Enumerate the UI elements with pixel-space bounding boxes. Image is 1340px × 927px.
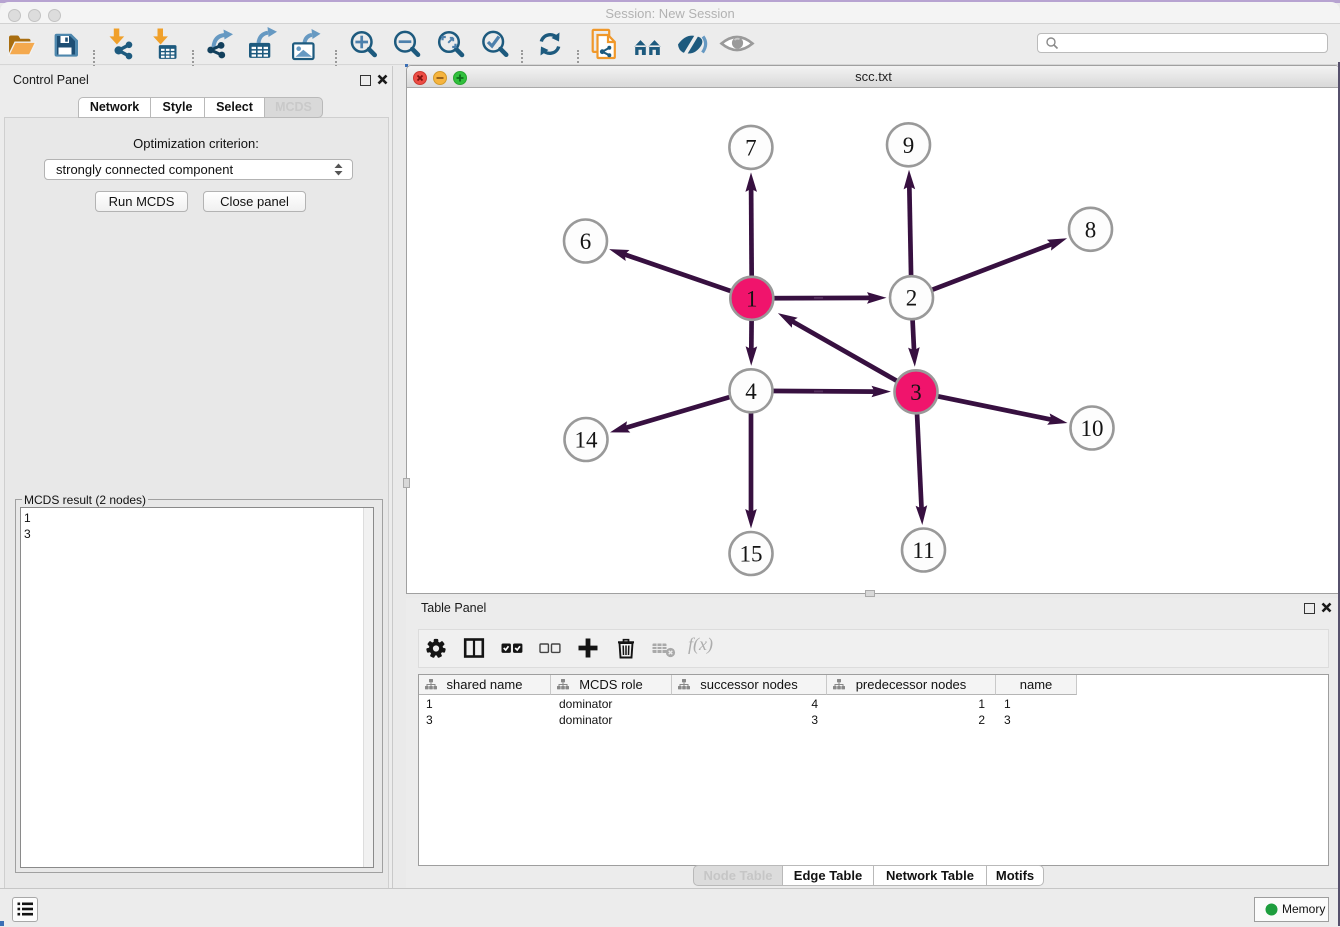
svg-text:7: 7 — [745, 135, 757, 160]
svg-text:14: 14 — [575, 428, 599, 453]
svg-text:6: 6 — [580, 229, 592, 254]
svg-text:4: 4 — [745, 379, 757, 404]
svg-text:1: 1 — [746, 286, 758, 311]
svg-text:10: 10 — [1081, 416, 1104, 441]
svg-text:2: 2 — [906, 286, 918, 311]
svg-text:15: 15 — [740, 542, 763, 567]
svg-text:8: 8 — [1085, 217, 1097, 242]
svg-text:9: 9 — [903, 133, 915, 158]
svg-text:3: 3 — [910, 380, 922, 405]
svg-text:11: 11 — [912, 538, 934, 563]
